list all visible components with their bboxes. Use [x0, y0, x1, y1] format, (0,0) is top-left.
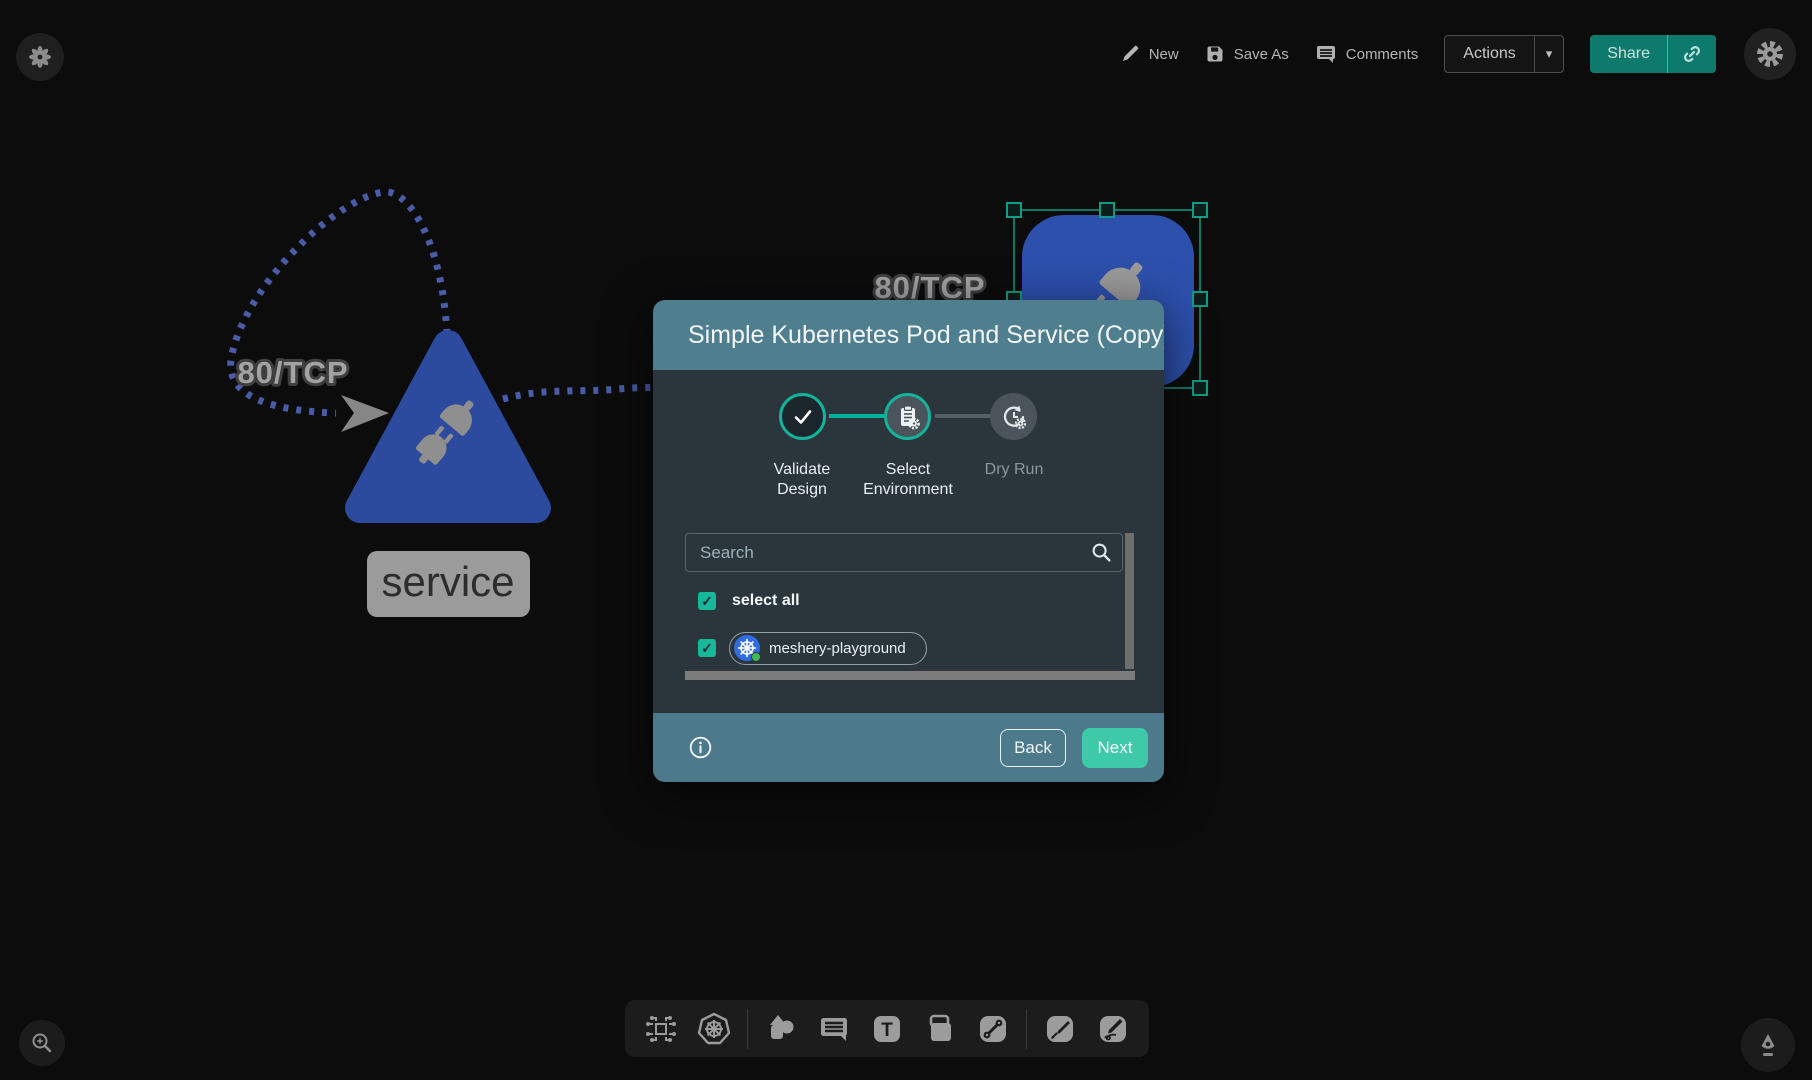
component-icon — [645, 1013, 677, 1045]
connected-status-dot — [751, 652, 761, 662]
design-canvas[interactable]: service 80/TCP 80 — [0, 0, 1812, 1080]
share-label: Share — [1590, 35, 1667, 73]
node-service-label: service — [367, 551, 530, 617]
tool-draw[interactable] — [1093, 1009, 1133, 1049]
search-icon — [1091, 542, 1112, 563]
dry-run-icon — [1000, 403, 1028, 431]
zoom-button[interactable] — [19, 1020, 65, 1066]
new-button[interactable]: New — [1120, 44, 1179, 64]
actions-dropdown[interactable]: Actions ▾ — [1444, 35, 1564, 73]
shapes-icon — [765, 1013, 797, 1045]
kubernetes-icon — [697, 1012, 731, 1046]
save-as-label: Save As — [1234, 46, 1289, 63]
info-icon[interactable] — [688, 735, 713, 760]
copy-link-button[interactable] — [1668, 35, 1716, 73]
text-icon: T — [871, 1013, 903, 1045]
gear-icon — [1755, 39, 1785, 69]
pencil-icon — [1120, 44, 1140, 64]
divider — [747, 1009, 748, 1049]
chevron-down-icon[interactable]: ▾ — [1535, 36, 1564, 72]
step-select-environment[interactable] — [884, 393, 931, 440]
environment-row: ✓ meshery-p — [698, 631, 927, 665]
actions-label: Actions — [1445, 36, 1533, 72]
kubernetes-connection — [734, 635, 760, 661]
step-label-validate-design: Validate Design — [747, 460, 857, 500]
svg-text:T: T — [881, 1020, 893, 1041]
app-logo-button[interactable] — [16, 33, 64, 81]
horizontal-scrollbar[interactable] — [685, 671, 1135, 680]
stepper-connector-done — [829, 414, 884, 418]
clipboard-gear-icon — [894, 403, 922, 431]
save-as-button[interactable]: Save As — [1205, 44, 1289, 64]
tool-shapes[interactable] — [761, 1009, 801, 1049]
media-icon — [924, 1013, 956, 1045]
modal-header: Simple Kubernetes Pod and Service (Copy) — [653, 300, 1164, 370]
service-label-text: service — [381, 558, 514, 605]
step-label-select-environment: Select Environment — [853, 460, 963, 500]
modal-body: Validate Design Select Environment Dry R… — [653, 370, 1164, 713]
top-toolbar: New Save As Comments Actions ▾ — [1120, 34, 1796, 74]
pen-nib-icon — [1755, 1032, 1781, 1058]
pen-icon — [1044, 1013, 1076, 1045]
tool-pen[interactable] — [1040, 1009, 1080, 1049]
tool-comment[interactable] — [814, 1009, 854, 1049]
draw-freehand-icon — [1097, 1013, 1129, 1045]
comments-button[interactable]: Comments — [1315, 43, 1419, 65]
deploy-modal: Simple Kubernetes Pod and Service (Copy) — [653, 300, 1164, 782]
save-icon — [1205, 44, 1225, 64]
select-all-label: select all — [732, 592, 800, 610]
select-all-row: ✓ select all — [698, 592, 800, 610]
comment-icon — [1315, 43, 1337, 65]
tool-media[interactable] — [920, 1009, 960, 1049]
stepper-connector-pending — [935, 414, 990, 418]
edge-arrowhead-icon — [341, 395, 389, 432]
share-button[interactable]: Share — [1590, 35, 1716, 73]
tool-components[interactable] — [641, 1009, 681, 1049]
node-service[interactable] — [360, 345, 536, 508]
settings-button[interactable] — [1744, 28, 1796, 80]
environment-name: meshery-playground — [769, 640, 906, 657]
modal-footer: Back Next — [653, 713, 1164, 782]
kanvas-flower-icon — [28, 45, 52, 69]
zoom-in-icon — [30, 1031, 54, 1055]
divider — [1026, 1009, 1027, 1049]
back-button[interactable]: Back — [1000, 729, 1066, 767]
tool-kubernetes[interactable] — [694, 1009, 734, 1049]
pen-mode-button[interactable] — [1741, 1018, 1795, 1072]
step-label-dry-run: Dry Run — [959, 460, 1069, 480]
vertical-scrollbar[interactable] — [1125, 533, 1134, 669]
comment-icon — [818, 1013, 850, 1045]
new-label: New — [1149, 46, 1179, 63]
environment-checkbox[interactable]: ✓ — [698, 639, 716, 657]
bottom-dock: T — [625, 1000, 1149, 1057]
step-dry-run[interactable] — [990, 393, 1037, 440]
edge-link-icon — [977, 1013, 1009, 1045]
check-icon — [790, 404, 816, 430]
comments-label: Comments — [1346, 46, 1419, 63]
modal-title: Simple Kubernetes Pod and Service (Copy) — [688, 321, 1164, 350]
select-all-checkbox[interactable]: ✓ — [698, 592, 716, 610]
edge-label-left: 80/TCP — [237, 355, 348, 390]
tool-text[interactable]: T — [867, 1009, 907, 1049]
next-button[interactable]: Next — [1082, 728, 1148, 768]
link-icon — [1681, 43, 1703, 65]
tool-link[interactable] — [973, 1009, 1013, 1049]
edge-service-to-pod[interactable] — [503, 387, 657, 399]
search-input[interactable] — [685, 533, 1123, 572]
environment-chip[interactable]: meshery-playground — [729, 632, 927, 665]
step-validate-design[interactable] — [779, 393, 826, 440]
environment-search — [685, 533, 1123, 572]
